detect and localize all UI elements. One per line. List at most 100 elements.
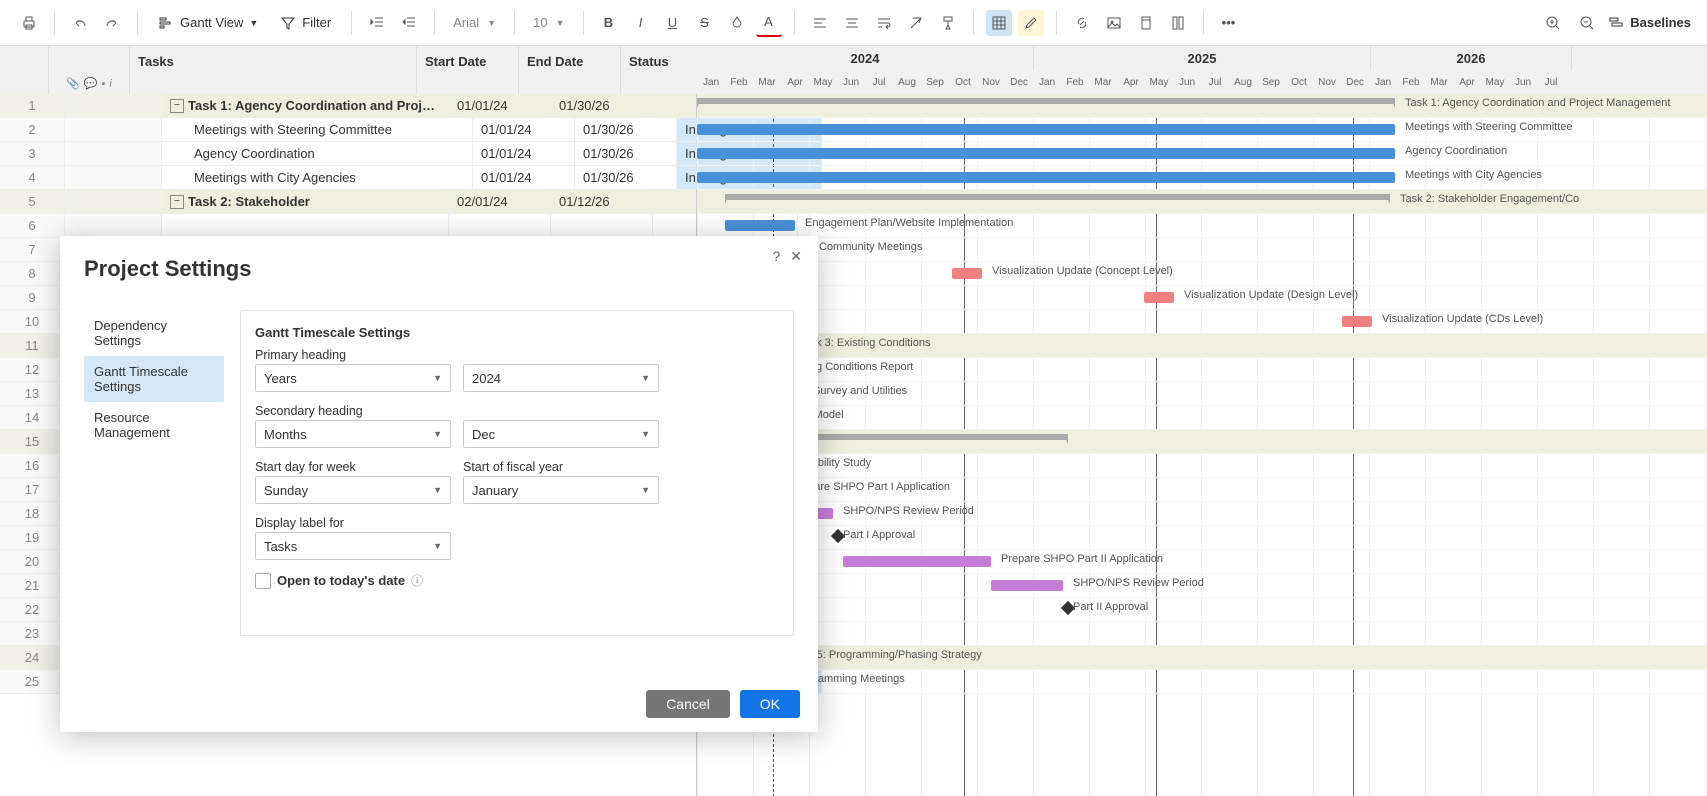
display-label-select[interactable]: Tasks▼	[255, 532, 451, 560]
gantt-row[interactable]: Engagement Plan/Website Implementation	[697, 214, 1707, 238]
strikethrough-icon[interactable]: S	[692, 10, 718, 36]
table-row[interactable]: 1−Task 1: Agency Coordination and Projec…	[0, 94, 696, 118]
gantt-row[interactable]	[697, 622, 1707, 646]
end-date-cell[interactable]: 01/30/26	[575, 142, 677, 165]
format-painter-icon[interactable]	[935, 10, 961, 36]
help-icon[interactable]: ?	[772, 248, 780, 265]
gantt-bar[interactable]	[697, 148, 1395, 159]
info-icon[interactable]: ⓘ	[411, 572, 423, 589]
gantt-row[interactable]: Community Meetings	[697, 238, 1707, 262]
gantt-row[interactable]: Visualization Update (Concept Level)	[697, 262, 1707, 286]
gantt-bar[interactable]	[697, 172, 1395, 183]
gantt-row[interactable]: Site Survey and Utilities	[697, 382, 1707, 406]
gantt-bar[interactable]	[697, 98, 1395, 104]
print-icon[interactable]	[16, 10, 42, 36]
filter-button[interactable]: Filter	[272, 11, 339, 35]
sidebar-item-dependency[interactable]: Dependency Settings	[84, 310, 224, 356]
start-date-cell[interactable]: 01/01/24	[449, 94, 551, 117]
gantt-row[interactable]: Feasibility Study	[697, 454, 1707, 478]
sidebar-item-timescale[interactable]: Gantt Timescale Settings	[84, 356, 224, 402]
zoom-out-icon[interactable]	[1574, 10, 1600, 36]
close-icon[interactable]: ✕	[790, 248, 802, 265]
more-icon[interactable]: •••	[1216, 10, 1242, 36]
end-date-cell[interactable]: 01/30/26	[575, 166, 677, 189]
undo-icon[interactable]	[67, 10, 93, 36]
task-cell[interactable]: Meetings with City Agencies	[162, 166, 473, 189]
gantt-row[interactable]: Visualization Update (CDs Level)	[697, 310, 1707, 334]
table-row[interactable]: 4Meetings with City Agencies01/01/2401/3…	[0, 166, 696, 190]
gantt-row[interactable]: Task 1: Agency Coordination and Project …	[697, 94, 1707, 118]
align-middle-icon[interactable]	[839, 10, 865, 36]
task-cell[interactable]: −Task 2: Stakeholder	[162, 190, 449, 213]
gantt-bar[interactable]	[697, 124, 1395, 135]
underline-icon[interactable]: U	[660, 10, 686, 36]
font-family-dropdown[interactable]: Arial▼	[447, 11, 502, 34]
start-day-select[interactable]: Sunday▼	[255, 476, 451, 504]
end-date-cell[interactable]: 01/30/26	[575, 118, 677, 141]
primary-heading-select[interactable]: Years▼	[255, 364, 451, 392]
gantt-bar[interactable]	[1144, 292, 1174, 303]
table-row[interactable]: 6	[0, 214, 696, 238]
gantt-bar[interactable]	[843, 556, 991, 567]
end-date-cell[interactable]: 01/12/26	[551, 190, 653, 213]
gantt-row[interactable]: Task 5: Programming/Phasing Strategy	[697, 646, 1707, 670]
gantt-bar[interactable]	[725, 194, 1390, 200]
gantt-row[interactable]: Meetings with Steering Committee	[697, 118, 1707, 142]
gantt-row[interactable]: Part I Approval	[697, 526, 1707, 550]
gantt-row[interactable]: xisting Conditions Report	[697, 358, 1707, 382]
align-left-icon[interactable]	[807, 10, 833, 36]
gantt-view-dropdown[interactable]: Gantt View ▼	[150, 11, 266, 35]
end-date-cell[interactable]	[551, 214, 653, 237]
table-row[interactable]: 5−Task 2: Stakeholder02/01/2401/12/26	[0, 190, 696, 214]
columns-icon[interactable]	[1165, 10, 1191, 36]
redo-icon[interactable]	[99, 10, 125, 36]
gantt-row[interactable]: Task 2: Stakeholder Engagement/Co	[697, 190, 1707, 214]
gantt-row[interactable]: Task 3: Existing Conditions	[697, 334, 1707, 358]
column-header-tasks[interactable]: Tasks	[130, 46, 417, 94]
gantt-row[interactable]: Part II Approval	[697, 598, 1707, 622]
secondary-heading-select[interactable]: Months▼	[255, 420, 451, 448]
fill-color-icon[interactable]	[724, 10, 750, 36]
gantt-row[interactable]: Prepare SHPO Part I Application	[697, 478, 1707, 502]
gantt-row[interactable]	[697, 430, 1707, 454]
gantt-row[interactable]: Agency Coordination	[697, 142, 1707, 166]
cancel-button[interactable]: Cancel	[646, 690, 730, 718]
clear-format-icon[interactable]	[903, 10, 929, 36]
collapse-icon[interactable]: −	[170, 99, 184, 113]
table-row[interactable]: 3Agency Coordination01/01/2401/30/26In P…	[0, 142, 696, 166]
collapse-icon[interactable]: −	[170, 195, 184, 209]
sidebar-item-resource[interactable]: Resource Management	[84, 402, 224, 448]
gantt-row[interactable]: SHPO/NPS Review Period	[697, 574, 1707, 598]
zoom-in-icon[interactable]	[1540, 10, 1566, 36]
font-size-dropdown[interactable]: 10▼	[527, 11, 570, 34]
gantt-chart[interactable]: 202420252026 JanFebMarAprMayJunJulAugSep…	[697, 46, 1707, 796]
column-header-end[interactable]: End Date	[519, 46, 621, 94]
gantt-row[interactable]: Meetings with City Agencies	[697, 166, 1707, 190]
highlight-icon[interactable]	[1018, 10, 1044, 36]
ok-button[interactable]: OK	[740, 690, 800, 718]
attach-icon[interactable]	[1133, 10, 1159, 36]
gantt-row[interactable]: Prepare SHPO Part II Application	[697, 550, 1707, 574]
start-date-cell[interactable]: 01/01/24	[473, 142, 575, 165]
task-cell[interactable]: Meetings with Steering Committee	[162, 118, 473, 141]
open-today-checkbox[interactable]	[255, 573, 271, 589]
task-cell[interactable]: −Task 1: Agency Coordination and Project…	[162, 94, 449, 117]
gantt-bar[interactable]	[952, 268, 982, 279]
link-icon[interactable]	[1069, 10, 1095, 36]
text-color-icon[interactable]: A	[756, 9, 782, 37]
gantt-bar[interactable]	[991, 580, 1063, 591]
start-date-cell[interactable]: 01/01/24	[473, 118, 575, 141]
grid-shading-icon[interactable]	[986, 10, 1012, 36]
start-date-cell[interactable]	[449, 214, 551, 237]
end-date-cell[interactable]: 01/30/26	[551, 94, 653, 117]
outdent-icon[interactable]	[364, 10, 390, 36]
wrap-text-icon[interactable]	[871, 10, 897, 36]
gantt-row[interactable]: SHPO/NPS Review Period	[697, 502, 1707, 526]
gantt-row[interactable]: BIM Model	[697, 406, 1707, 430]
start-date-cell[interactable]: 01/01/24	[473, 166, 575, 189]
fiscal-year-select[interactable]: January▼	[463, 476, 659, 504]
gantt-row[interactable]: Programming Meetings	[697, 670, 1707, 694]
italic-icon[interactable]: I	[628, 10, 654, 36]
gantt-row[interactable]: Visualization Update (Design Level)	[697, 286, 1707, 310]
start-date-cell[interactable]: 02/01/24	[449, 190, 551, 213]
